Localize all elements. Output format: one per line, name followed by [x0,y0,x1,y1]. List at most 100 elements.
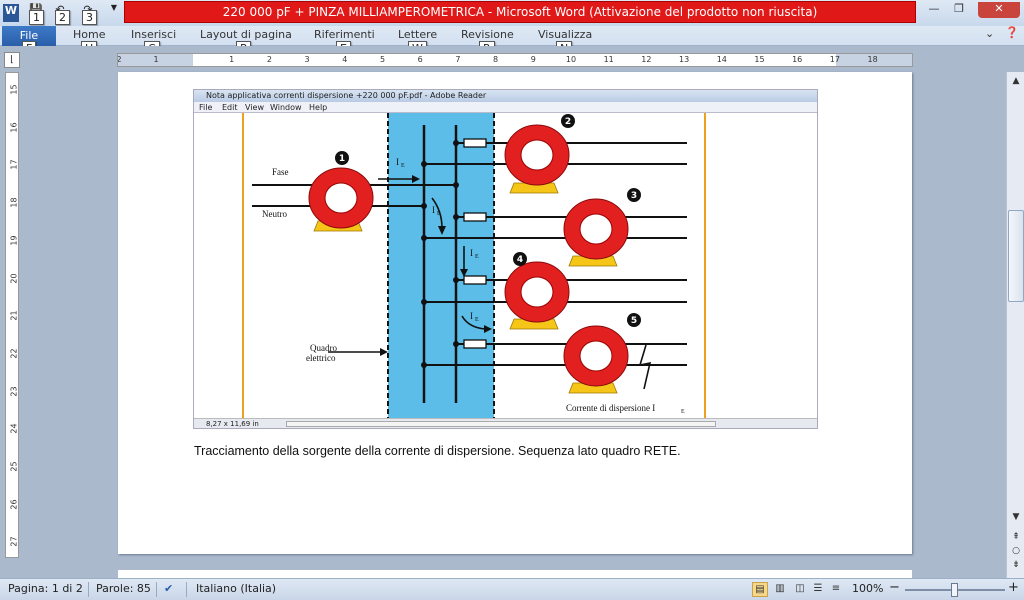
quadro-panel [388,113,494,418]
title-bar: W 💾 ↶ ↷ ▼ 1 2 3 220 000 pF + PINZA MILLI… [0,0,1024,26]
ruler-number: 6 [417,55,423,64]
proofing-icon[interactable]: ✔ [164,582,173,595]
embedded-scrollbar [286,421,716,427]
ruler-number: 15 [754,55,765,64]
ruler-number: 17 [829,55,840,64]
ruler-number: 5 [379,55,386,64]
vruler-number: 16 [9,122,19,133]
prev-page-icon[interactable]: ⇞ [1008,532,1024,542]
status-bar: Pagina: 1 di 2 Parole: 85 ✔ Italiano (It… [0,578,1024,600]
zoom-in-button[interactable]: + [1008,580,1019,595]
document-page[interactable]: Nota applicativa correnti dispersione +2… [118,72,912,554]
ruler-number: 10 [565,55,577,64]
tab-home[interactable]: Home [73,28,105,41]
svg-text:E: E [475,317,479,323]
keytip-2: 2 [55,10,70,25]
tab-selector-icon[interactable]: ⌊ [4,52,20,68]
draft-icon[interactable]: ≡ [828,582,844,597]
badge-2: 2 [565,117,571,127]
browse-object-icon[interactable]: ○ [1008,546,1024,556]
zoom-thumb[interactable] [951,583,958,597]
horizontal-ruler[interactable]: 21123456789101112131415161718 [117,53,913,67]
tab-lettere[interactable]: Lettere [398,28,437,41]
maximize-button[interactable]: ❐ [946,2,972,18]
ruler-number: 11 [603,55,614,64]
scroll-down-icon[interactable]: ▼ [1008,512,1024,522]
scroll-up-icon[interactable]: ▲ [1008,76,1024,86]
page-count[interactable]: Pagina: 1 di 2 [8,582,83,595]
ruler-number: 12 [641,55,652,64]
badge-3: 3 [631,191,637,201]
vruler-number: 17 [9,159,19,170]
label-quadro-1: Quadro [310,343,337,353]
scroll-thumb[interactable] [1008,210,1024,302]
vertical-scrollbar[interactable]: ▲ ▼ ⇞ ○ ⇟ [1006,72,1024,580]
svg-text:E: E [437,211,441,217]
ruler-number: 14 [716,55,727,64]
next-page-icon[interactable]: ⇟ [1008,560,1024,570]
embedded-menu: File Edit View Window Help [194,102,817,113]
vruler-number: 21 [9,310,19,321]
zoom-out-button[interactable]: − [889,580,900,595]
vruler-number: 15 [9,84,19,95]
svg-text:E: E [475,254,479,260]
web-layout-icon[interactable]: ◫ [792,582,808,597]
label-fase: Fase [272,167,289,177]
svg-text:E: E [401,163,405,169]
tab-revisione[interactable]: Revisione [461,28,514,41]
embedded-menu-help: Help [309,103,328,112]
vertical-ruler[interactable]: 15 16 17 18 19 20 21 22 23 24 25 26 27 [5,72,19,558]
label-corrente-sub: E [681,409,685,415]
word-count[interactable]: Parole: 85 [96,582,151,595]
badge-4: 4 [517,255,523,265]
vruler-number: 22 [9,348,19,359]
leakage-diagram: 1 2 3 4 5 Fase Neutro Quadro elettrico C… [242,113,706,418]
print-layout-icon[interactable]: ▤ [752,582,768,597]
embedded-menu-view: View [245,103,264,112]
vruler-number: 18 [9,197,19,208]
keytip-1: 1 [29,10,44,25]
label-neutro: Neutro [262,209,287,219]
embedded-screenshot[interactable]: Nota applicativa correnti dispersione +2… [193,89,818,429]
label-ie-3: I [470,248,473,258]
window-title: 220 000 pF + PINZA MILLIAMPEROMETRICA - … [124,1,916,23]
help-icon[interactable]: ❓ [1005,26,1019,39]
language-indicator[interactable]: Italiano (Italia) [196,582,276,595]
badge-1: 1 [339,154,345,164]
ruler-number: 2 [118,55,127,64]
ruler-number: 18 [867,55,878,64]
ribbon-collapse-icon[interactable]: ⌄ [985,27,994,40]
vruler-number: 23 [9,386,19,397]
ruler-number: 8 [493,55,499,64]
zoom-level[interactable]: 100% [852,582,883,595]
label-quadro-2: elettrico [306,353,336,363]
vruler-number: 19 [9,235,19,246]
vruler-number: 25 [9,461,19,472]
ruler-number: 1 [229,55,235,64]
embedded-title: Nota applicativa correnti dispersione +2… [194,90,817,102]
tab-visualizza[interactable]: Visualizza [538,28,592,41]
close-button[interactable]: ✕ [978,2,1020,18]
vruler-number: 26 [9,499,19,510]
embedded-status-bar: 8,27 x 11,69 in [194,418,817,428]
ruler-number: 13 [679,55,690,64]
outline-icon[interactable]: ☰ [810,582,826,597]
embedded-menu-file: File [199,103,213,112]
ruler-number: 1 [153,55,159,64]
ruler-number: 9 [530,55,536,64]
word-app-icon[interactable]: W [3,4,19,22]
vruler-number: 20 [9,272,19,284]
document-caption[interactable]: Tracciamento della sorgente della corren… [194,444,681,458]
qat-dropdown-icon[interactable]: ▼ [106,3,122,21]
label-ie-2: I [432,205,435,215]
tab-riferimenti[interactable]: Riferimenti [314,28,375,41]
ruler-number: 16 [792,55,803,64]
minimize-button[interactable]: — [921,2,947,18]
ruler-number: 2 [266,55,272,64]
label-ie-1: I [396,157,399,167]
full-screen-reading-icon[interactable]: ▥ [772,582,788,597]
ruler-number: 3 [304,55,310,64]
badge-5: 5 [631,316,637,326]
tab-layout[interactable]: Layout di pagina [200,28,292,41]
tab-inserisci[interactable]: Inserisci [131,28,176,41]
